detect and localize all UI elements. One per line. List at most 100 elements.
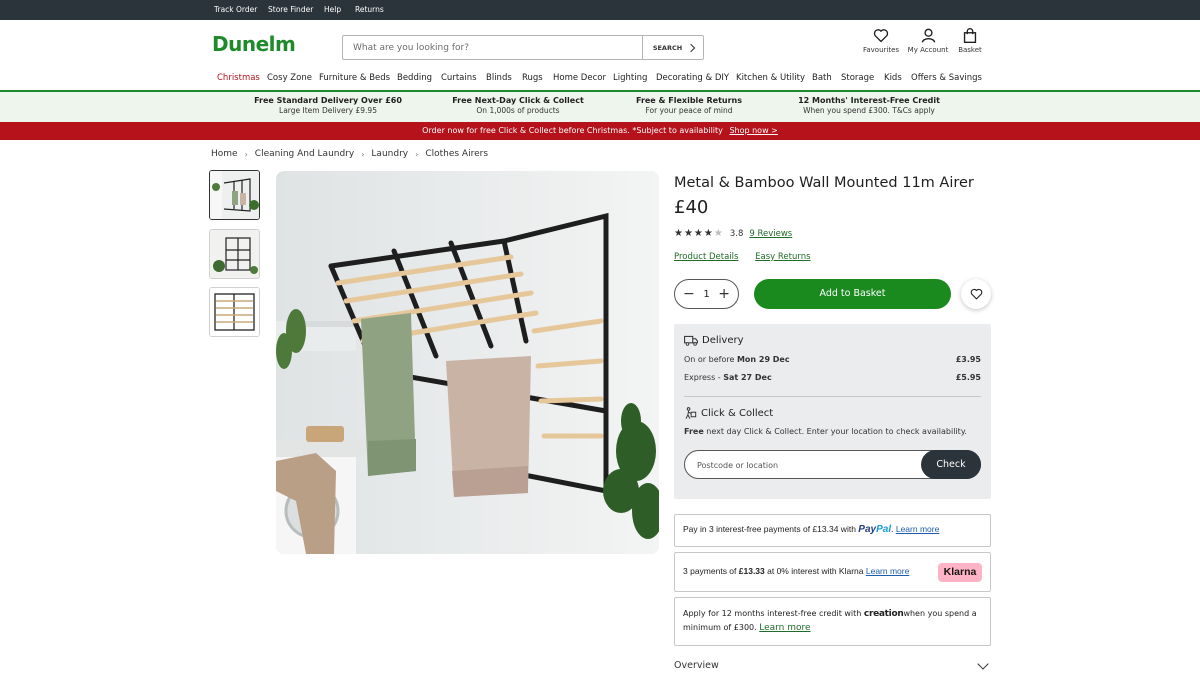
click-collect-description: Free next day Click & Collect. Enter you… (684, 427, 967, 436)
quantity-value[interactable]: 1 (703, 289, 709, 300)
product-details-link[interactable]: Product Details (674, 252, 738, 262)
nav-item-cosy-zone[interactable]: Cosy Zone (267, 73, 312, 83)
delivery-option-standard: On or before Mon 29 Dec £3.95 (684, 355, 981, 364)
klarna-text-2: at 0% interest with Klarna (764, 566, 866, 576)
thumbnail-3[interactable] (209, 287, 260, 337)
nav-item-offers-savings[interactable]: Offers & Savings (911, 73, 982, 83)
nav-item-kids[interactable]: Kids (884, 73, 902, 83)
nav-item-rugs[interactable]: Rugs (522, 73, 543, 83)
klarna-logo: Klarna (938, 563, 982, 582)
quantity-stepper: − 1 + (674, 279, 739, 309)
store-finder-link[interactable]: Store Finder (268, 5, 313, 14)
favourites-button[interactable]: Favourites (856, 28, 906, 54)
search-input[interactable] (343, 36, 641, 59)
user-icon (921, 28, 935, 43)
promo-text: Order now for free Click & Collect befor… (422, 126, 723, 135)
airer-cutout-thumbnail-image (210, 288, 259, 336)
returns-link[interactable]: Returns (355, 5, 384, 14)
usp-subtitle: Large Item Delivery £9.95 (279, 106, 377, 115)
usp-bar: Free Standard Delivery Over £60 Large It… (0, 92, 1200, 122)
help-link[interactable]: Help (324, 5, 341, 14)
main-nav: Christmas Cosy Zone Furniture & Beds Bed… (0, 70, 1200, 90)
creation-logo: creation (863, 609, 904, 619)
click-collect-free: Free (684, 427, 704, 436)
reviews-link[interactable]: 9 Reviews (749, 229, 792, 239)
breadcrumb-home[interactable]: Home (211, 149, 238, 159)
plus-icon[interactable]: + (718, 287, 730, 301)
usp-title: Free Standard Delivery Over £60 (254, 96, 402, 105)
nav-item-storage[interactable]: Storage (841, 73, 874, 83)
breadcrumb-clothes-airers[interactable]: Clothes Airers (425, 149, 488, 159)
thumbnail-1[interactable] (209, 170, 260, 220)
search-bar: SEARCH (342, 35, 704, 60)
nav-item-curtains[interactable]: Curtains (441, 73, 477, 83)
dunelm-logo[interactable]: Dunelm (212, 32, 296, 56)
add-to-basket-button[interactable]: Add to Basket (754, 279, 951, 309)
logo-text: Dunelm (212, 32, 296, 56)
click-collect-heading: Click & Collect (684, 407, 773, 420)
nav-item-bedding[interactable]: Bedding (397, 73, 432, 83)
easy-returns-link[interactable]: Easy Returns (755, 252, 810, 262)
airer-thumbnail-image (210, 171, 259, 219)
star-rating-icon: ★★★★★ (674, 228, 724, 239)
breadcrumb-laundry[interactable]: Laundry (371, 149, 408, 159)
nav-item-home-decor[interactable]: Home Decor (553, 73, 606, 83)
usp-credit[interactable]: 12 Months' Interest-Free Credit When you… (769, 96, 969, 115)
nav-item-furniture-beds[interactable]: Furniture & Beds (319, 73, 390, 83)
nav-item-kitchen-utility[interactable]: Kitchen & Utility (736, 73, 805, 83)
promo-banner: Order now for free Click & Collect befor… (0, 122, 1200, 140)
track-order-link[interactable]: Track Order (214, 5, 257, 14)
chevron-right-icon (686, 43, 696, 52)
search-button[interactable]: SEARCH (642, 36, 704, 59)
delivery-option-label: On or before (684, 355, 737, 364)
usp-returns[interactable]: Free & Flexible Returns For your peace o… (589, 96, 789, 115)
delivery-van-icon (684, 335, 698, 346)
klarna-amount: £13.33 (738, 566, 765, 576)
chevron-down-icon (977, 658, 989, 670)
delivery-heading-label: Delivery (702, 335, 744, 346)
credit-learn-more-link[interactable]: Learn more (759, 623, 810, 633)
nav-item-decorating-diy[interactable]: Decorating & DIY (656, 73, 729, 83)
postcode-input[interactable] (697, 457, 917, 473)
breadcrumb: Home › Cleaning And Laundry › Laundry › … (211, 149, 488, 159)
delivery-option-date: Sat 27 Dec (723, 373, 772, 382)
usp-title: Free Next-Day Click & Collect (452, 96, 584, 105)
nav-item-christmas[interactable]: Christmas (217, 73, 260, 83)
usp-click-collect[interactable]: Free Next-Day Click & Collect On 1,000s … (418, 96, 618, 115)
overview-label: Overview (674, 660, 719, 671)
usp-subtitle: When you spend £300. T&Cs apply (803, 106, 935, 115)
airer-folded-thumbnail-image (210, 230, 259, 278)
overview-accordion[interactable]: Overview (674, 658, 991, 671)
basket-label: Basket (958, 46, 982, 54)
nav-item-blinds[interactable]: Blinds (486, 73, 512, 83)
heart-icon (873, 29, 889, 43)
chevron-right-icon: › (244, 149, 248, 159)
search-button-label: SEARCH (652, 43, 683, 52)
credit-box: Apply for 12 months interest-free credit… (674, 597, 991, 646)
product-title: Metal & Bamboo Wall Mounted 11m Airer (674, 175, 974, 191)
paypal-box: Pay in 3 interest-free payments of £13.3… (674, 514, 991, 547)
klarna-learn-more-link[interactable]: Learn more (866, 566, 909, 576)
product-rating: ★★★★★ 3.8 9 Reviews (674, 228, 792, 239)
delivery-option-label: Express - (684, 373, 724, 382)
main-product-image[interactable] (276, 171, 659, 554)
shop-now-link[interactable]: Shop now > (729, 126, 777, 135)
breadcrumb-cleaning-laundry[interactable]: Cleaning And Laundry (255, 149, 354, 159)
add-to-favourites-button[interactable] (961, 279, 991, 309)
product-price: £40 (674, 197, 709, 218)
nav-item-lighting[interactable]: Lighting (613, 73, 647, 83)
paypal-learn-more-link[interactable]: Learn more (896, 524, 939, 534)
paypal-text: Pay in 3 interest-free payments of £13.3… (683, 524, 859, 534)
nav-item-bath[interactable]: Bath (812, 73, 832, 83)
thumbnail-2[interactable] (209, 229, 260, 279)
airer-lifestyle-photo (276, 171, 659, 554)
usp-title: 12 Months' Interest-Free Credit (798, 96, 940, 105)
click-collect-text: next day Click & Collect. Enter your loc… (703, 427, 967, 436)
minus-icon[interactable]: − (683, 287, 695, 301)
basket-button[interactable]: Basket (945, 28, 995, 54)
delivery-option-express: Express - Sat 27 Dec £5.95 (684, 373, 981, 382)
chevron-right-icon: › (415, 149, 419, 159)
check-availability-button[interactable]: Check (921, 450, 981, 479)
favourites-label: Favourites (862, 46, 900, 54)
usp-delivery[interactable]: Free Standard Delivery Over £60 Large It… (228, 96, 428, 115)
